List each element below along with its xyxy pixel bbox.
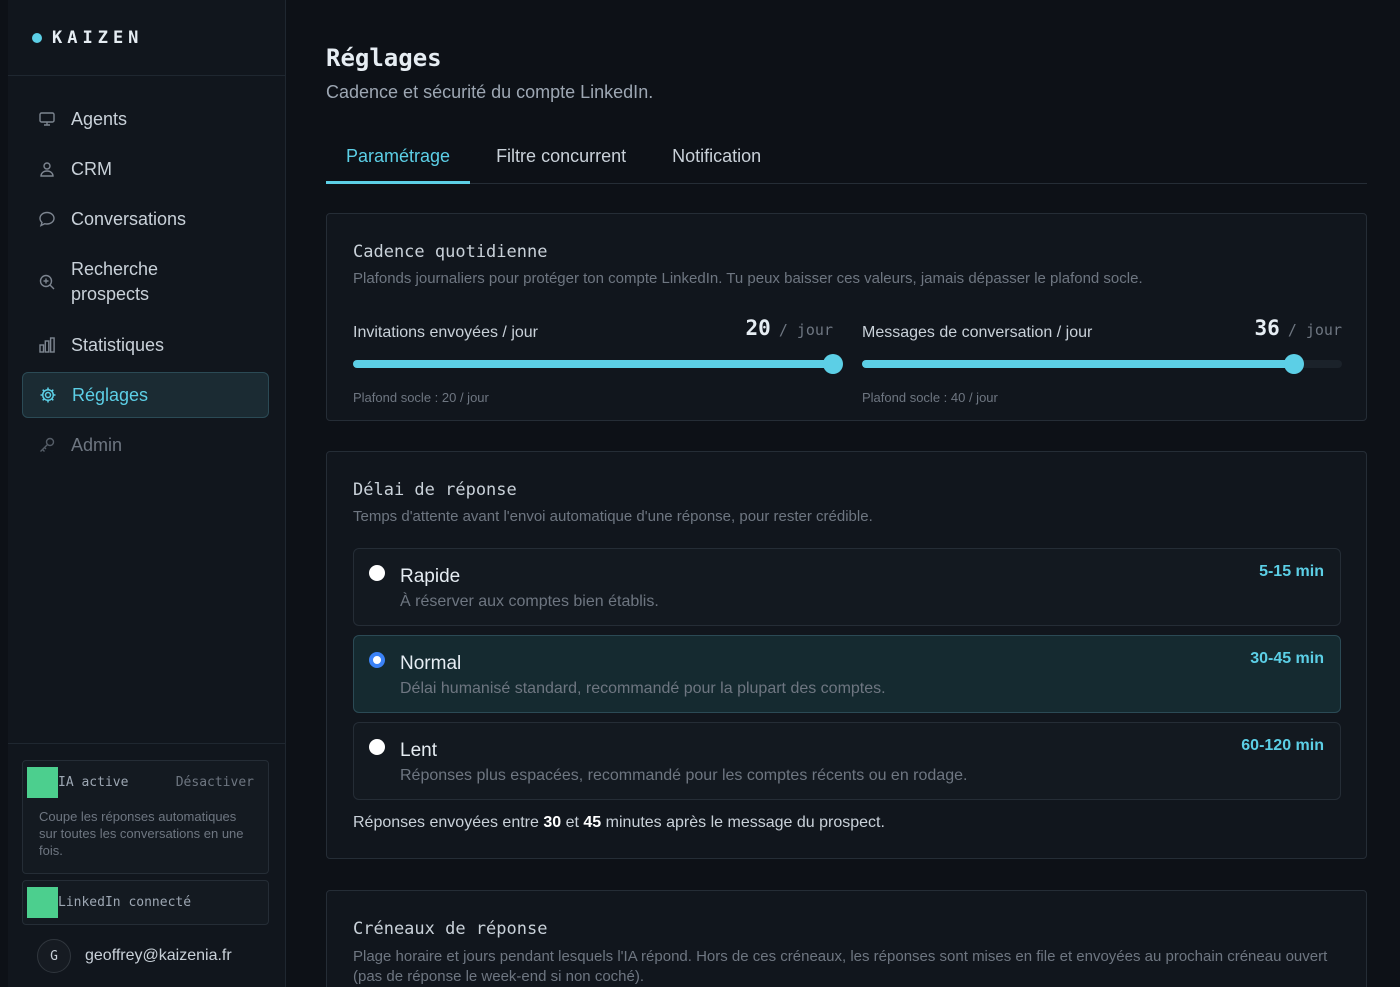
creneaux-title: Créneaux de réponse [353,919,548,939]
sidebar-item-conversations[interactable]: Conversations [22,196,269,242]
sidebar-item-label: Recherche prospects [71,259,159,304]
cadence-title: Cadence quotidienne [353,242,548,262]
summary-suffix: minutes après le message du prospect. [605,814,885,831]
sidebar-item-label: Statistiques [71,334,165,355]
sidebar-item-reglages[interactable]: Réglages [22,372,269,418]
gear-icon [39,386,57,404]
bar-chart-icon [38,336,56,354]
sidebar-item-label: CRM [71,158,112,179]
cadence-card: Cadence quotidienne Plafonds journaliers… [326,213,1367,421]
radio-rapide[interactable] [369,565,385,581]
chat-bubble-icon [38,210,56,228]
option-range: 5-15 min [1259,563,1324,580]
ia-status-label: IA active [58,775,129,790]
ia-deactivate-button[interactable]: Désactiver [176,775,254,790]
option-title: Normal [400,653,462,674]
invitations-value: 20 [745,316,771,340]
messages-value: 36 [1254,316,1280,340]
invitations-value-display: 20 / jour [746,316,833,340]
messages-slider[interactable] [862,354,1342,374]
key-icon [38,436,56,454]
messages-label: Messages de conversation / jour [862,324,1093,341]
ia-status-description: Coupe les réponses automatiques sur tout… [39,809,244,858]
avatar: G [37,939,71,973]
delai-option-normal[interactable]: Normal Délai humanisé standard, recomman… [353,635,1341,713]
invitations-note: Plafond socle : 20 / jour [353,390,489,405]
sidebar-item-admin[interactable]: Admin [22,422,269,468]
sidebar: KAIZEN Agents CRM Conversations Recherch… [8,0,286,987]
messages-unit: / jour [1287,321,1342,339]
sidebar-item-agents[interactable]: Agents [22,96,269,142]
option-description: À réserver aux comptes bien établis. [400,593,659,610]
summary-prefix: Réponses envoyées entre [353,814,539,831]
user-profile[interactable]: G geoffrey@kaizenia.fr [8,939,285,973]
invitations-slider[interactable] [353,354,843,374]
sidebar-nav: Agents CRM Conversations Recherche prosp… [8,76,285,468]
invitations-slider-thumb[interactable] [823,354,843,374]
invitations-unit: / jour [778,321,833,339]
messages-slider-fill [862,360,1294,368]
option-range: 30-45 min [1250,650,1324,667]
delai-subtitle: Temps d'attente avant l'envoi automatiqu… [353,508,873,525]
summary-min: 30 [543,814,562,831]
search-plus-icon [38,273,56,291]
delai-summary: Réponses envoyées entre 30 et 45 minutes… [353,814,885,832]
settings-tabs: Paramétrage Filtre concurrent Notificati… [326,138,1367,184]
delai-title: Délai de réponse [353,480,517,500]
cadence-subtitle: Plafonds journaliers pour protéger ton c… [353,270,1143,287]
ia-status-card: IA active Désactiver Coupe les réponses … [22,760,269,874]
sidebar-item-label: Conversations [71,208,187,229]
users-icon [38,160,56,178]
monitor-icon [38,110,56,128]
option-range: 60-120 min [1241,737,1324,754]
delai-option-lent[interactable]: Lent Réponses plus espacées, recommandé … [353,722,1341,800]
brand-dot-icon [32,32,42,43]
summary-max: 45 [583,814,602,831]
messages-value-display: 36 / jour [1255,316,1342,340]
linkedin-status-label: LinkedIn connecté [58,895,192,910]
user-email: geoffrey@kaizenia.fr [85,947,232,964]
sidebar-footer: IA active Désactiver Coupe les réponses … [8,743,285,973]
delai-card: Délai de réponse Temps d'attente avant l… [326,451,1367,859]
sidebar-item-statistiques[interactable]: Statistiques [22,322,269,368]
radio-normal[interactable] [369,652,385,668]
messages-slider-thumb[interactable] [1284,354,1304,374]
sidebar-item-label: Agents [71,108,128,129]
sidebar-item-recherche-prospects[interactable]: Recherche prospects [22,246,269,318]
option-title: Lent [400,740,437,761]
page-title: Réglages [326,44,442,72]
brand: KAIZEN [8,0,285,76]
sidebar-item-label: Réglages [72,384,149,405]
invitations-slider-fill [353,360,833,368]
option-description: Délai humanisé standard, recommandé pour… [400,680,886,697]
option-title: Rapide [400,566,461,587]
page-subtitle: Cadence et sécurité du compte LinkedIn. [326,82,654,102]
brand-name: KAIZEN [52,27,144,48]
ia-status-indicator-icon [27,767,58,798]
tab-filtre-concurrent[interactable]: Filtre concurrent [476,138,646,184]
sidebar-item-crm[interactable]: CRM [22,146,269,192]
summary-middle: et [565,814,579,831]
linkedin-status-card: LinkedIn connecté [22,880,269,925]
tab-parametrage[interactable]: Paramétrage [326,138,471,184]
creneaux-card: Créneaux de réponse Plage horaire et jou… [326,890,1367,987]
creneaux-subtitle: Plage horaire et jours pendant lesquels … [353,948,1328,985]
tab-notification[interactable]: Notification [652,138,781,184]
sidebar-item-label: Admin [71,434,123,455]
messages-note: Plafond socle : 40 / jour [862,390,998,405]
linkedin-status-indicator-icon [27,887,58,918]
radio-lent[interactable] [369,739,385,755]
option-description: Réponses plus espacées, recommandé pour … [400,767,968,784]
delai-option-rapide[interactable]: Rapide À réserver aux comptes bien établ… [353,548,1341,626]
invitations-label: Invitations envoyées / jour [353,324,538,341]
